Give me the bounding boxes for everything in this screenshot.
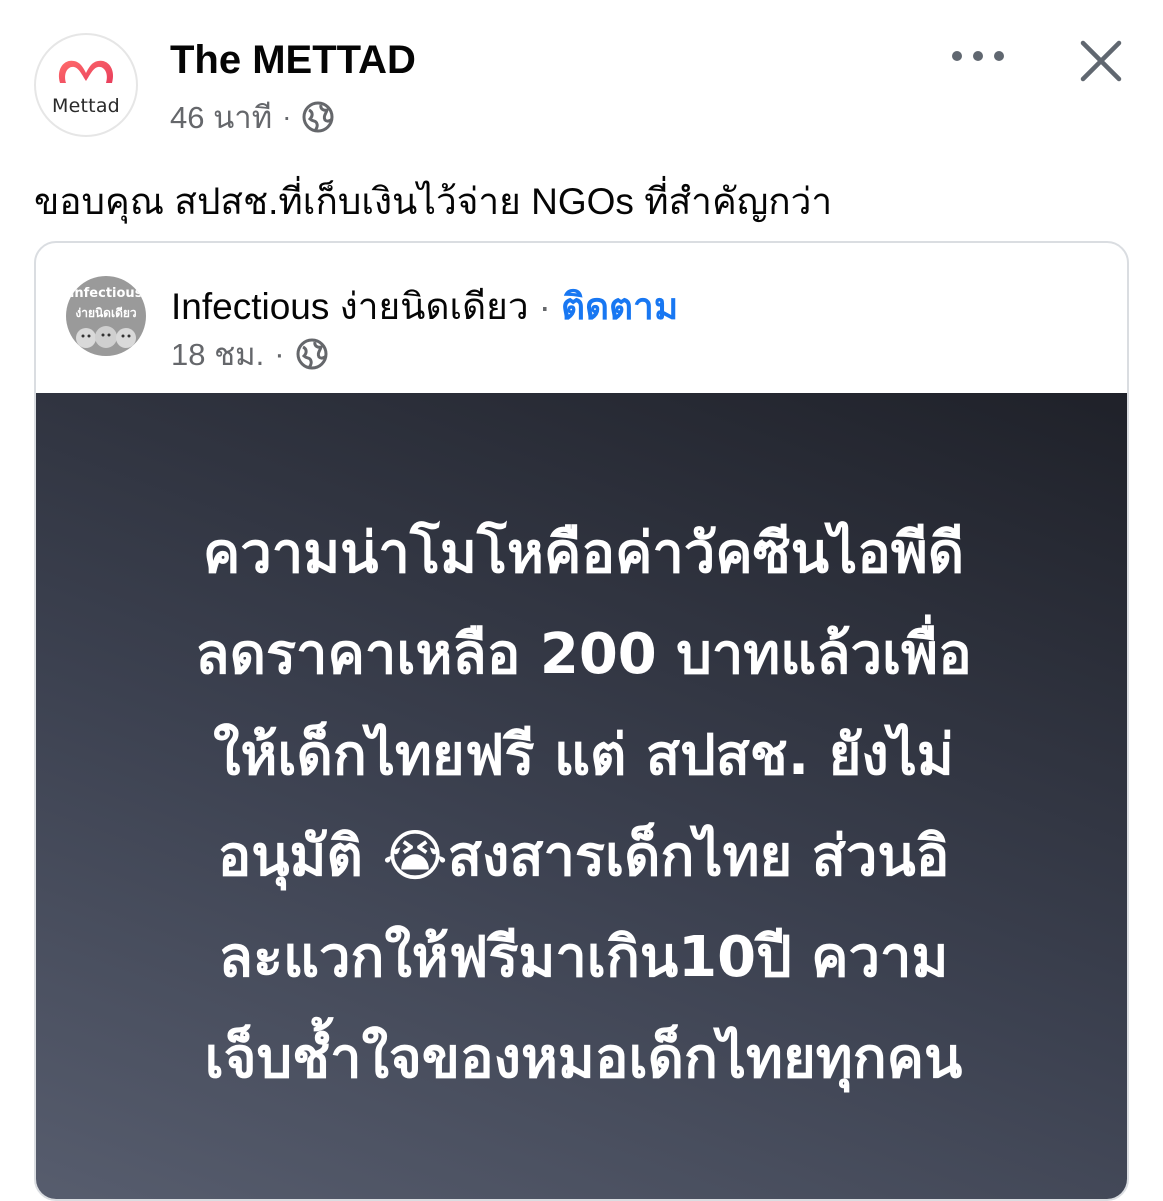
cartoon-faces-icon bbox=[76, 326, 136, 348]
shared-page-avatar[interactable]: Infectious ง่ายนิดเดียว bbox=[66, 276, 146, 356]
post-image[interactable]: ความน่าโมโหคือค่าวัคซีนไอพีดี ลดราคาเหลื… bbox=[36, 393, 1127, 1199]
mettad-logo-icon bbox=[58, 60, 114, 83]
page-avatar[interactable]: Mettad bbox=[34, 33, 138, 137]
image-text-line: อนุมัติ 😭สงสารเด็กไทย ส่วนอิ bbox=[217, 824, 950, 889]
globe-icon bbox=[302, 101, 334, 133]
image-text-line: ให้เด็กไทยฟรี แต่ สปสช. ยังไม่ bbox=[213, 723, 954, 788]
post-header: Mettad The METTAD 46 นาที · bbox=[0, 0, 1163, 150]
post-caption: ขอบคุณ สปสช.ที่เก็บเงินไว้จ่าย NGOs ที่ส… bbox=[34, 181, 833, 222]
post-meta: 46 นาที · bbox=[170, 92, 335, 142]
post-time[interactable]: 46 นาที bbox=[170, 92, 272, 142]
image-text-line: ความน่าโมโหคือค่าวัคซีนไอพีดี bbox=[202, 521, 965, 586]
more-dot bbox=[973, 51, 983, 61]
more-dot bbox=[952, 51, 962, 61]
more-options-button[interactable] bbox=[952, 38, 1004, 74]
shared-post-card[interactable]: Infectious ง่ายนิดเดียว Infectious ง่ายน… bbox=[34, 241, 1129, 1201]
image-text-line: เจ็บช้ำใจของหมอเด็กไทยทุกคน bbox=[204, 1026, 963, 1091]
shared-page-name[interactable]: Infectious ง่ายนิดเดียว bbox=[171, 277, 529, 336]
more-dot bbox=[994, 51, 1004, 61]
shared-avatar-line1: Infectious bbox=[69, 286, 143, 301]
close-icon[interactable] bbox=[1076, 36, 1126, 86]
page-name[interactable]: The METTAD bbox=[170, 38, 416, 83]
follow-button[interactable]: ติดตาม bbox=[561, 277, 678, 336]
image-text: ความน่าโมโหคือค่าวัคซีนไอพีดี ลดราคาเหลื… bbox=[96, 503, 1071, 1109]
globe-icon bbox=[296, 338, 328, 370]
avatar-label: Mettad bbox=[52, 95, 120, 117]
shared-post-time[interactable]: 18 ชม. bbox=[171, 329, 264, 379]
meta-separator: · bbox=[274, 336, 285, 371]
meta-separator: · bbox=[282, 101, 292, 132]
image-text-line: ลดราคาเหลือ 200 บาทแล้วเพื่อ bbox=[195, 622, 972, 687]
name-separator: · bbox=[538, 285, 551, 327]
shared-post-meta: 18 ชม. · bbox=[171, 329, 329, 379]
image-text-line: ละแวกให้ฟรีมาเกิน10ปี ความ bbox=[218, 925, 949, 990]
shared-avatar-line2: ง่ายนิดเดียว bbox=[75, 306, 137, 320]
shared-page-header: Infectious ง่ายนิดเดียว · ติดตาม bbox=[171, 277, 678, 336]
